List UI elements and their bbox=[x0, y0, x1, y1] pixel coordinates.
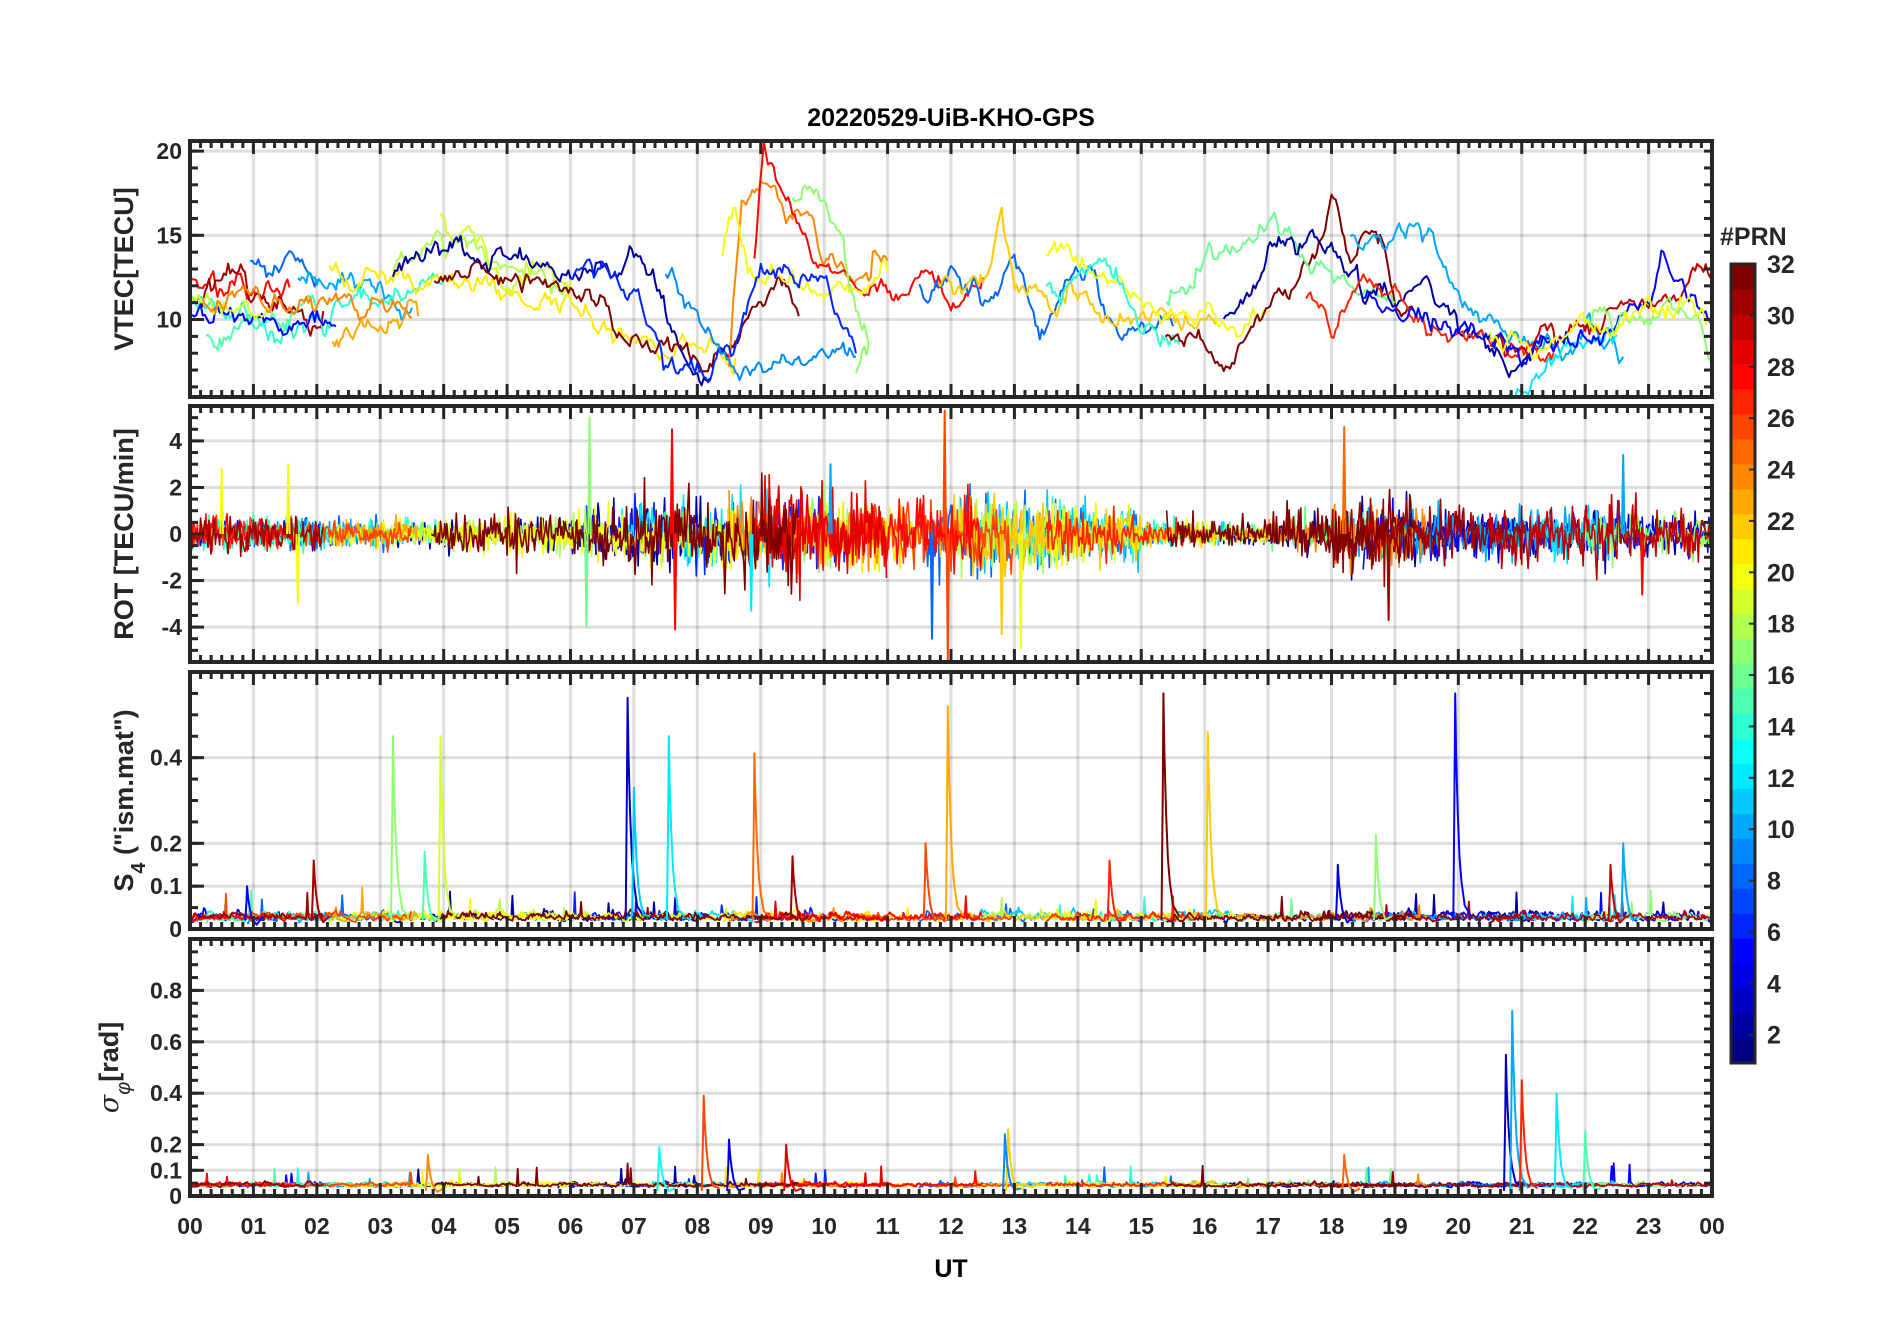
y-axis-label: VTEC[TECU] bbox=[109, 187, 139, 351]
x-tick-label: 02 bbox=[304, 1213, 330, 1239]
y-tick-label: 0 bbox=[169, 521, 182, 547]
y-tick-label: 0.1 bbox=[150, 873, 182, 899]
x-tick-label: 22 bbox=[1572, 1213, 1598, 1239]
y-label-symbol: S bbox=[109, 874, 139, 892]
colorbar-tick-label: 6 bbox=[1767, 919, 1781, 947]
y-tick-label: 0 bbox=[169, 916, 182, 942]
x-tick-label: 12 bbox=[938, 1213, 964, 1239]
y-label-symbol: σ bbox=[94, 1093, 125, 1113]
colorbar-tick-label: 22 bbox=[1767, 508, 1795, 536]
x-tick-label: 17 bbox=[1255, 1213, 1281, 1239]
x-tick-label: 20 bbox=[1446, 1213, 1472, 1239]
x-tick-label: 00 bbox=[1699, 1213, 1725, 1239]
colorbar-band bbox=[1731, 513, 1755, 540]
y-tick-label: 10 bbox=[156, 307, 182, 333]
colorbar-band bbox=[1731, 438, 1755, 465]
x-tick-label: 00 bbox=[177, 1213, 203, 1239]
x-tick-label: 18 bbox=[1319, 1213, 1345, 1239]
x-tick-label: 19 bbox=[1382, 1213, 1408, 1239]
x-tick-label: 04 bbox=[431, 1213, 457, 1239]
colorbar-band bbox=[1731, 488, 1755, 515]
colorbar-band bbox=[1731, 538, 1755, 565]
y-tick-label: -2 bbox=[162, 568, 182, 594]
y-tick-label: 0.4 bbox=[150, 1080, 182, 1106]
colorbar-band bbox=[1731, 563, 1755, 590]
x-tick-label: 09 bbox=[748, 1213, 774, 1239]
y-tick-label: 0 bbox=[169, 1183, 182, 1209]
x-tick-label: 10 bbox=[811, 1213, 837, 1239]
colorbar-tick-label: 32 bbox=[1767, 251, 1795, 279]
y-tick-label: 0.8 bbox=[150, 977, 182, 1003]
y-tick-label: -4 bbox=[162, 614, 183, 640]
colorbar-band bbox=[1731, 988, 1755, 1014]
y-tick-label: 0.4 bbox=[150, 745, 182, 771]
colorbar-band bbox=[1731, 288, 1755, 315]
y-tick-label: 4 bbox=[169, 428, 182, 454]
x-tick-label: 14 bbox=[1065, 1213, 1091, 1239]
x-tick-label: 23 bbox=[1636, 1213, 1662, 1239]
colorbar-tick-label: 16 bbox=[1767, 662, 1795, 690]
colorbar-band bbox=[1731, 913, 1755, 939]
x-tick-label: 13 bbox=[1002, 1213, 1028, 1239]
colorbar-band bbox=[1731, 938, 1755, 964]
x-tick-label: 05 bbox=[494, 1213, 520, 1239]
y-tick-label: 15 bbox=[156, 222, 182, 248]
colorbar-band bbox=[1731, 338, 1755, 365]
x-tick-label: 11 bbox=[875, 1213, 900, 1239]
y-tick-label: 20 bbox=[156, 138, 182, 164]
colorbar-tick-label: 12 bbox=[1767, 765, 1795, 793]
colorbar-band bbox=[1731, 264, 1755, 290]
x-axis-label: UT bbox=[934, 1255, 967, 1283]
y-label-unit: ("ism.mat") bbox=[109, 709, 139, 862]
y-tick-label: 0.2 bbox=[150, 1132, 182, 1158]
colorbar-tick-label: 4 bbox=[1767, 970, 1781, 998]
colorbar-band bbox=[1731, 863, 1755, 889]
colorbar-band bbox=[1731, 588, 1755, 615]
x-tick-label: 03 bbox=[367, 1213, 393, 1239]
figure-title: 20220529-UiB-KHO-GPS bbox=[807, 104, 1095, 132]
colorbar-band bbox=[1731, 463, 1755, 490]
y-tick-label: 0.6 bbox=[150, 1029, 182, 1055]
figure: 20220529-UiB-KHO-GPS 101520VTEC[TECU]-4-… bbox=[0, 0, 1902, 1330]
colorbar-band bbox=[1731, 788, 1755, 814]
colorbar-band bbox=[1731, 688, 1755, 715]
colorbar-band bbox=[1731, 663, 1755, 690]
colorbar-band bbox=[1731, 313, 1755, 340]
colorbar-band bbox=[1731, 638, 1755, 665]
colorbar-tick-label: 26 bbox=[1767, 405, 1795, 433]
y-axis-label: ROT [TECU/min] bbox=[109, 428, 139, 639]
y-tick-label: 0.2 bbox=[150, 830, 182, 856]
colorbar-band bbox=[1731, 613, 1755, 640]
colorbar-tick-label: 14 bbox=[1767, 713, 1795, 741]
x-tick-label: 08 bbox=[685, 1213, 711, 1239]
y-tick-label: 2 bbox=[169, 474, 182, 500]
colorbar-tick-label: 10 bbox=[1767, 816, 1795, 844]
colorbar-tick-label: 18 bbox=[1767, 611, 1795, 639]
colorbar-band bbox=[1731, 388, 1755, 415]
colorbar-band bbox=[1731, 888, 1755, 914]
y-label-subscript: φ bbox=[113, 1082, 135, 1095]
colorbar-title: #PRN bbox=[1720, 223, 1787, 251]
y-label-unit: [rad] bbox=[94, 1022, 124, 1082]
x-tick-label: 21 bbox=[1509, 1213, 1535, 1239]
colorbar-band bbox=[1731, 838, 1755, 864]
x-tick-label: 16 bbox=[1192, 1213, 1218, 1239]
x-tick-label: 15 bbox=[1128, 1213, 1154, 1239]
colorbar-tick-label: 30 bbox=[1767, 302, 1795, 330]
colorbar-band bbox=[1731, 763, 1755, 789]
colorbar-tick-label: 8 bbox=[1767, 868, 1781, 896]
colorbar-band bbox=[1731, 1038, 1755, 1064]
colorbar-band bbox=[1731, 963, 1755, 989]
y-tick-label: 0.1 bbox=[150, 1157, 182, 1183]
colorbar-tick-label: 20 bbox=[1767, 559, 1795, 587]
colorbar-band bbox=[1731, 738, 1755, 764]
colorbar-tick-label: 2 bbox=[1767, 1022, 1781, 1050]
x-tick-label: 07 bbox=[621, 1213, 647, 1239]
x-tick-label: 06 bbox=[558, 1213, 584, 1239]
x-tick-label: 01 bbox=[241, 1213, 267, 1239]
colorbar-band bbox=[1731, 813, 1755, 839]
colorbar-tick-label: 24 bbox=[1767, 457, 1795, 485]
colorbar-tick-label: 28 bbox=[1767, 354, 1795, 382]
